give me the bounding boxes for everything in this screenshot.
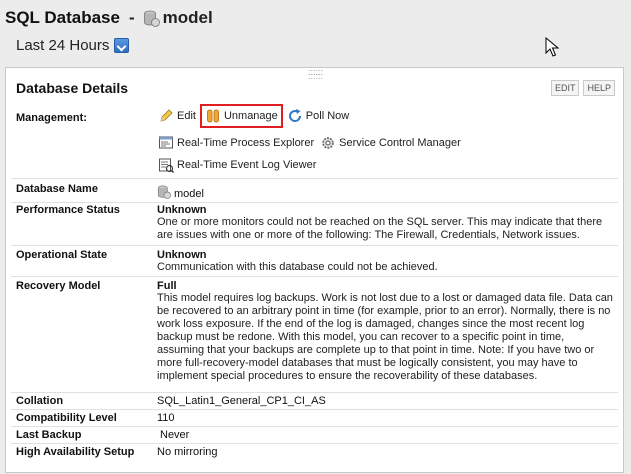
drag-handle[interactable]: :::::::::::: <box>308 68 323 81</box>
database-name-label: Database Name <box>16 183 98 195</box>
unmanage-label: Unmanage <box>223 110 278 122</box>
collation-label: Collation <box>16 395 64 407</box>
time-range-label: Last 24 Hours <box>16 37 110 54</box>
divider <box>11 276 618 277</box>
real-time-process-explorer-link[interactable]: Real-Time Process Explorer <box>158 135 314 151</box>
divider <box>11 443 618 444</box>
edit-label: Edit <box>177 110 196 122</box>
divider <box>11 409 618 410</box>
divider <box>11 426 618 427</box>
performance-status-label: Performance Status <box>16 204 120 216</box>
edit-link[interactable]: Edit <box>158 108 196 124</box>
database-name-value: model <box>174 188 204 200</box>
database-details-panel: :::::::::::: Database Details EDIT HELP … <box>5 67 624 473</box>
real-time-event-log-viewer-link[interactable]: Real-Time Event Log Viewer <box>158 157 316 173</box>
rtelv-label: Real-Time Event Log Viewer <box>177 159 317 171</box>
divider <box>11 392 618 393</box>
rtpe-label: Real-Time Process Explorer <box>177 137 315 149</box>
service-control-manager-link[interactable]: Service Control Manager <box>320 135 461 151</box>
gear-icon <box>322 137 334 149</box>
collation-value: SQL_Latin1_General_CP1_CI_AS <box>157 395 326 407</box>
divider <box>11 178 618 179</box>
compatibility-level-value: 110 <box>157 412 175 424</box>
pause-icon <box>207 109 219 123</box>
chevron-down-icon[interactable] <box>114 38 130 53</box>
event-log-icon <box>159 158 174 173</box>
divider <box>11 202 618 203</box>
performance-status-description: One or more monitors could not be reache… <box>157 216 603 241</box>
recovery-model-description: This model requires log backups. Work is… <box>157 292 613 382</box>
poll-now-link[interactable]: Poll Now <box>287 108 349 124</box>
refresh-icon <box>288 109 301 122</box>
help-panel-button[interactable]: HELP <box>583 80 615 96</box>
management-label: Management: <box>16 112 87 124</box>
high-availability-value: No mirroring <box>157 446 218 458</box>
database-icon <box>143 10 160 27</box>
recovery-model-label: Recovery Model <box>16 280 101 292</box>
operational-state-label: Operational State <box>16 249 108 261</box>
database-icon <box>157 184 171 199</box>
process-explorer-icon <box>159 136 173 149</box>
page-title: SQL Database <box>5 8 120 27</box>
edit-panel-button[interactable]: EDIT <box>550 80 580 96</box>
operational-state-value: Unknown <box>157 249 207 261</box>
time-range-selector[interactable]: Last 24 Hours <box>16 37 130 54</box>
unmanage-link[interactable]: Unmanage <box>199 104 283 128</box>
page-header: SQL Database - model <box>5 6 213 30</box>
operational-state-description: Communication with this database could n… <box>157 261 438 273</box>
divider <box>11 245 618 246</box>
database-name-heading: model <box>162 8 213 27</box>
compatibility-level-label: Compatibility Level <box>16 412 117 424</box>
last-backup-value: Never <box>160 429 190 441</box>
scm-label: Service Control Manager <box>339 137 461 149</box>
recovery-model-value: Full <box>157 280 177 292</box>
panel-title: Database Details <box>16 80 129 96</box>
poll-now-label: Poll Now <box>305 110 350 122</box>
performance-status-value: Unknown <box>157 204 207 216</box>
high-availability-label: High Availability Setup <box>16 446 135 458</box>
pencil-icon <box>160 109 173 122</box>
last-backup-label: Last Backup <box>16 429 82 441</box>
title-separator: - <box>128 8 135 27</box>
mouse-cursor-icon <box>545 37 559 57</box>
